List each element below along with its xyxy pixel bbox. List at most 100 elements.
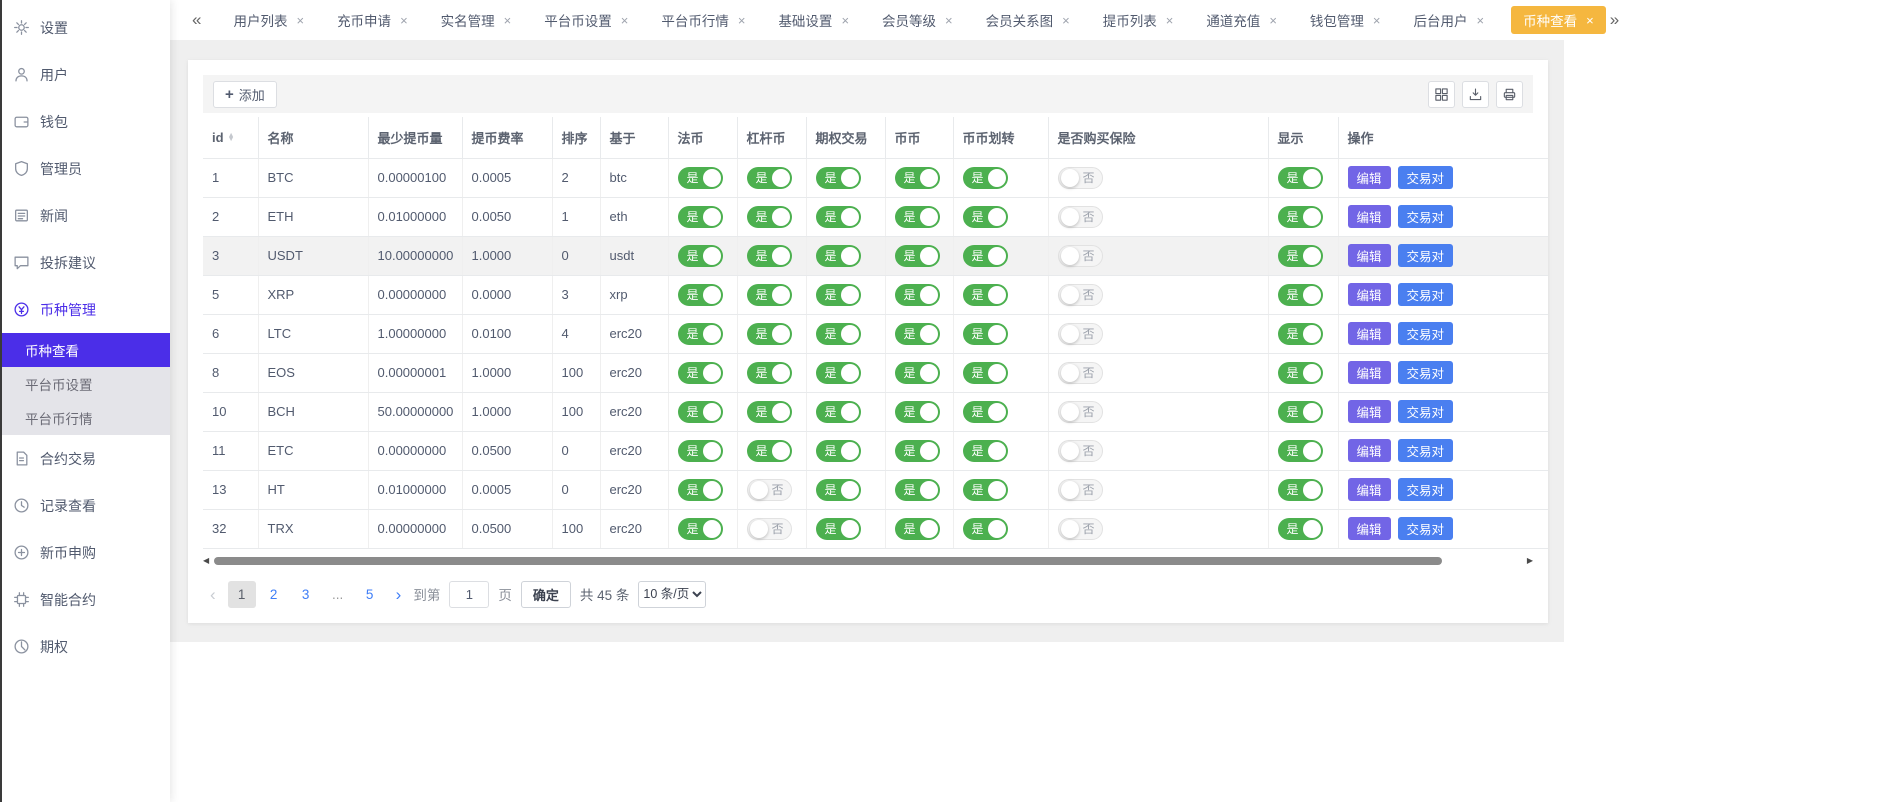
sidebar-subitem-coin-view[interactable]: 币种查看	[0, 333, 170, 367]
tab-close-icon[interactable]: ×	[1166, 14, 1174, 27]
show-toggle[interactable]: 是	[1278, 167, 1323, 189]
trading-pair-button[interactable]: 交易对	[1398, 205, 1454, 228]
grid-columns-icon[interactable]	[1428, 81, 1455, 108]
insurance-toggle[interactable]: 否	[1058, 440, 1103, 462]
scroll-left-arrow-icon[interactable]: ◀	[203, 557, 209, 565]
insurance-toggle[interactable]: 否	[1058, 518, 1103, 540]
edit-button[interactable]: 编辑	[1348, 166, 1391, 189]
tab-platform-coin-settings[interactable]: 平台币设置×	[538, 6, 634, 34]
option-trade-toggle[interactable]: 是	[816, 362, 861, 384]
transfer-toggle[interactable]: 是	[963, 479, 1008, 501]
sidebar-item-users[interactable]: 用户	[0, 51, 170, 98]
trading-pair-button[interactable]: 交易对	[1398, 361, 1454, 384]
leverage-toggle[interactable]: 否	[747, 479, 792, 501]
option-trade-toggle[interactable]: 是	[816, 440, 861, 462]
tab-backend-user[interactable]: 后台用户×	[1408, 6, 1491, 34]
transfer-toggle[interactable]: 是	[963, 245, 1008, 267]
prev-page-icon[interactable]: ‹	[207, 586, 219, 603]
coin-toggle[interactable]: 是	[895, 323, 940, 345]
add-button[interactable]: + 添加	[213, 81, 277, 108]
scroll-right-arrow-icon[interactable]: ▶	[1527, 557, 1533, 565]
edit-button[interactable]: 编辑	[1348, 517, 1391, 540]
trading-pair-button[interactable]: 交易对	[1398, 400, 1454, 423]
edit-button[interactable]: 编辑	[1348, 439, 1391, 462]
option-trade-toggle[interactable]: 是	[816, 284, 861, 306]
transfer-toggle[interactable]: 是	[963, 206, 1008, 228]
confirm-button[interactable]: 确定	[521, 581, 571, 608]
page-number-5[interactable]: 5	[356, 581, 384, 608]
edit-button[interactable]: 编辑	[1348, 322, 1391, 345]
transfer-toggle[interactable]: 是	[963, 401, 1008, 423]
leverage-toggle[interactable]: 是	[747, 401, 792, 423]
coin-toggle[interactable]: 是	[895, 401, 940, 423]
tab-platform-coin-market[interactable]: 平台币行情×	[655, 6, 751, 34]
show-toggle[interactable]: 是	[1278, 401, 1323, 423]
option-trade-toggle[interactable]: 是	[816, 206, 861, 228]
edit-button[interactable]: 编辑	[1348, 205, 1391, 228]
tab-coin-view[interactable]: 币种查看×	[1511, 6, 1606, 34]
fiat-toggle[interactable]: 是	[678, 245, 723, 267]
transfer-toggle[interactable]: 是	[963, 167, 1008, 189]
trading-pair-button[interactable]: 交易对	[1398, 517, 1454, 540]
tab-realname-manage[interactable]: 实名管理×	[435, 6, 518, 34]
next-page-icon[interactable]: ›	[393, 586, 405, 603]
jump-page-input[interactable]	[449, 581, 489, 608]
sidebar-item-wallet[interactable]: 钱包	[0, 98, 170, 145]
tab-close-icon[interactable]: ×	[841, 14, 849, 27]
sidebar-item-new-coin[interactable]: 新币申购	[0, 529, 170, 576]
coin-toggle[interactable]: 是	[895, 362, 940, 384]
tab-deposit-apply[interactable]: 充币申请×	[331, 6, 414, 34]
option-trade-toggle[interactable]: 是	[816, 401, 861, 423]
sidebar-subitem-platform-coin-market[interactable]: 平台币行情	[0, 401, 170, 435]
trading-pair-button[interactable]: 交易对	[1398, 283, 1454, 306]
scrollbar-track[interactable]	[212, 556, 1524, 566]
sidebar-item-records[interactable]: 记录查看	[0, 482, 170, 529]
coin-toggle[interactable]: 是	[895, 479, 940, 501]
fiat-toggle[interactable]: 是	[678, 206, 723, 228]
show-toggle[interactable]: 是	[1278, 206, 1323, 228]
sidebar-item-settings[interactable]: 设置	[0, 4, 170, 51]
print-icon[interactable]	[1496, 81, 1523, 108]
trading-pair-button[interactable]: 交易对	[1398, 478, 1454, 501]
show-toggle[interactable]: 是	[1278, 479, 1323, 501]
show-toggle[interactable]: 是	[1278, 284, 1323, 306]
fiat-toggle[interactable]: 是	[678, 401, 723, 423]
tab-close-icon[interactable]: ×	[1269, 14, 1277, 27]
edit-button[interactable]: 编辑	[1348, 478, 1391, 501]
tab-wallet-manage[interactable]: 钱包管理×	[1304, 6, 1387, 34]
tab-close-icon[interactable]: ×	[738, 14, 746, 27]
transfer-toggle[interactable]: 是	[963, 362, 1008, 384]
sidebar-item-admin[interactable]: 管理员	[0, 145, 170, 192]
insurance-toggle[interactable]: 否	[1058, 206, 1103, 228]
coin-toggle[interactable]: 是	[895, 440, 940, 462]
fiat-toggle[interactable]: 是	[678, 362, 723, 384]
column-header[interactable]: id▲▼	[203, 117, 258, 158]
insurance-toggle[interactable]: 否	[1058, 323, 1103, 345]
fiat-toggle[interactable]: 是	[678, 440, 723, 462]
tab-withdraw-list[interactable]: 提币列表×	[1097, 6, 1180, 34]
scrollbar-thumb[interactable]	[214, 557, 1442, 565]
page-number-3[interactable]: 3	[292, 581, 320, 608]
tab-close-icon[interactable]: ×	[1586, 14, 1594, 27]
tab-close-icon[interactable]: ×	[1062, 14, 1070, 27]
page-number-1[interactable]: 1	[228, 581, 256, 608]
transfer-toggle[interactable]: 是	[963, 323, 1008, 345]
tab-channel-recharge[interactable]: 通道充值×	[1200, 6, 1283, 34]
tab-member-level[interactable]: 会员等级×	[876, 6, 959, 34]
sidebar-item-options[interactable]: 期权	[0, 623, 170, 670]
coin-toggle[interactable]: 是	[895, 245, 940, 267]
tab-user-list[interactable]: 用户列表×	[227, 6, 310, 34]
tab-basic-settings[interactable]: 基础设置×	[772, 6, 855, 34]
show-toggle[interactable]: 是	[1278, 323, 1323, 345]
option-trade-toggle[interactable]: 是	[816, 167, 861, 189]
edit-button[interactable]: 编辑	[1348, 244, 1391, 267]
tab-close-icon[interactable]: ×	[1373, 14, 1381, 27]
coin-toggle[interactable]: 是	[895, 167, 940, 189]
insurance-toggle[interactable]: 否	[1058, 284, 1103, 306]
page-number-2[interactable]: 2	[260, 581, 288, 608]
tab-close-icon[interactable]: ×	[945, 14, 953, 27]
page-size-select[interactable]: 10 条/页	[638, 581, 706, 608]
fiat-toggle[interactable]: 是	[678, 479, 723, 501]
tabs-scroll-right-icon[interactable]: »	[1606, 10, 1623, 30]
sort-icon[interactable]: ▲▼	[228, 134, 235, 143]
